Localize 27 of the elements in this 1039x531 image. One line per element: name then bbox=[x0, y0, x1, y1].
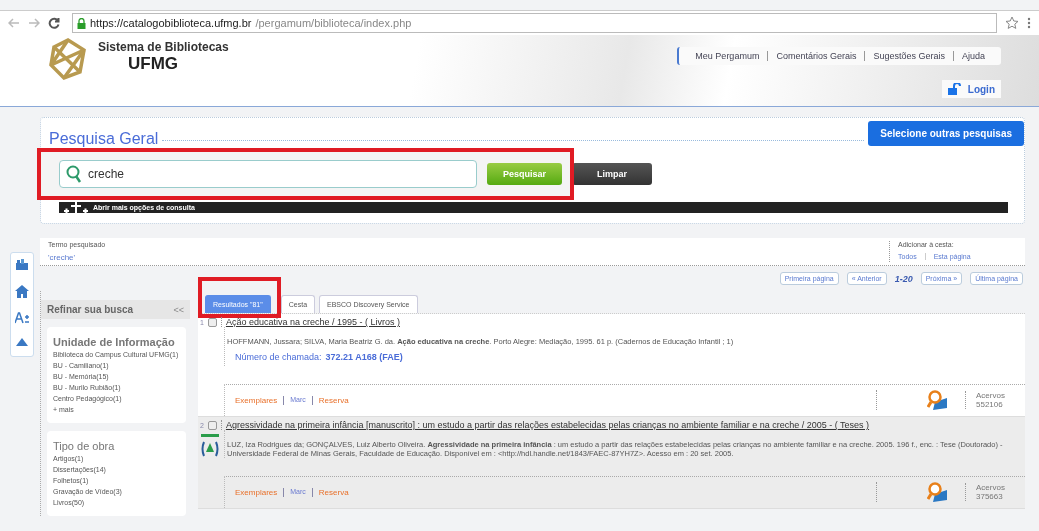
call-number: 372.21 A168 (FAE) bbox=[325, 352, 403, 362]
address-bar[interactable]: https://catalogobiblioteca.ufmg.br /pergamum/biblioteca/index.php bbox=[72, 13, 997, 33]
url-host: https://catalogobiblioteca.ufmg.br bbox=[90, 17, 252, 29]
call-number-label: Número de chamada: bbox=[235, 352, 322, 362]
search-term: 'creche' bbox=[48, 253, 77, 262]
holdings-label: Acervos bbox=[976, 483, 1006, 492]
search-field[interactable]: creche bbox=[59, 160, 477, 188]
holdings-id: 552106 bbox=[976, 400, 1004, 409]
section-title: Pesquisa Geral bbox=[49, 129, 159, 148]
header-link[interactable]: Meu Pergamum bbox=[687, 51, 768, 61]
page-range: 1-20 bbox=[894, 273, 913, 284]
header-link[interactable]: Comentários Gerais bbox=[767, 51, 865, 61]
site-title: UFMG bbox=[128, 54, 180, 74]
facet-title: Unidade de Informação bbox=[53, 335, 176, 349]
site-subtitle: Sistema de Bibliotecas bbox=[98, 40, 229, 54]
header-link[interactable]: Ajuda bbox=[952, 51, 993, 61]
header-link[interactable]: Sugestões Gerais bbox=[864, 51, 953, 61]
record-title-link[interactable]: Ação educativa na creche / 1995 - ( Livros ) bbox=[220, 317, 400, 327]
refine-title: Refinar sua busca bbox=[47, 304, 134, 315]
url-path: /pergamum/biblioteca/index.php bbox=[255, 17, 412, 29]
holdings-id: 375663 bbox=[976, 492, 1004, 501]
login-button[interactable]: Login bbox=[941, 80, 1001, 98]
clear-button[interactable]: Limpar bbox=[572, 163, 653, 185]
holdings-label: Acervos bbox=[976, 391, 1006, 400]
other-searches-dropdown[interactable]: Selecione outras pesquisas bbox=[868, 120, 1024, 146]
facet-title: Tipo de obra bbox=[53, 439, 116, 453]
record-title-link[interactable]: Agressividade na primeira infância [manuscrito] : um estudo a partir das relações estabelecidas pelas crianças no ambiente familiar e na creche / 2005 - ( Teses ) bbox=[220, 420, 870, 430]
